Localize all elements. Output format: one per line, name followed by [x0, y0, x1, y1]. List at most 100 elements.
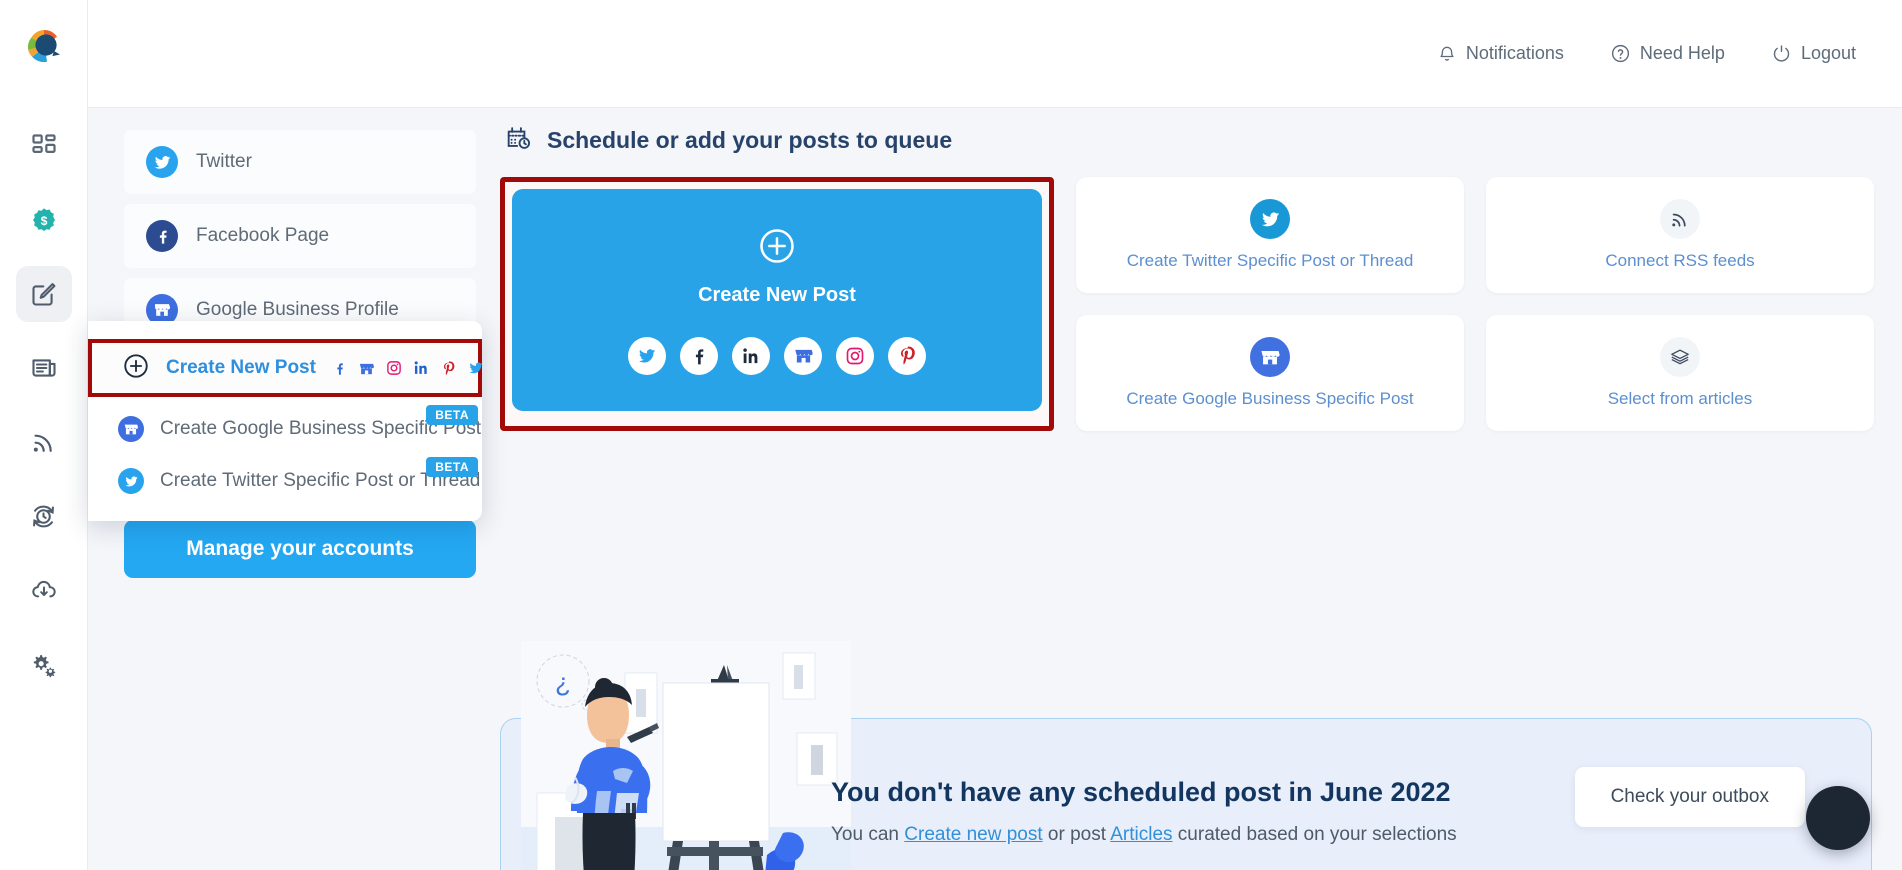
card-label: Connect RSS feeds: [1605, 251, 1755, 270]
card-label: Create Twitter Specific Post or Thread: [1126, 251, 1414, 270]
card-label: Create Google Business Specific Post: [1126, 389, 1414, 408]
rss-feed-icon: [1660, 199, 1700, 239]
page-body: Twitter Facebook Page Google Business Pr…: [88, 108, 1902, 870]
pinterest-icon: [441, 360, 456, 377]
instagram-icon: [386, 360, 402, 376]
rail-item-billing[interactable]: $: [16, 192, 72, 248]
facebook-icon: [146, 220, 178, 252]
notifications-label: Notifications: [1465, 43, 1564, 63]
notifications-link[interactable]: Notifications: [1437, 43, 1564, 64]
account-item-facebook-page[interactable]: Facebook Page: [124, 204, 476, 268]
twitter-icon[interactable]: [628, 336, 666, 375]
power-icon: [1771, 43, 1792, 64]
history-clock-icon: [29, 502, 58, 531]
rail-item-dashboard[interactable]: [16, 118, 72, 174]
google-business-icon: [1250, 337, 1290, 377]
app-root: $ Notifications Need Help Logout Twitter…: [0, 0, 1902, 870]
plus-circle-icon: [122, 352, 150, 385]
rail-item-compose[interactable]: [15, 266, 72, 322]
banner-sub-post: curated based on your selections: [1172, 824, 1457, 845]
action-cards-column-2: Connect RSS feeds Select from articles: [1486, 177, 1874, 431]
action-cards-row: Create New Post Create Twitter Specific …: [500, 177, 1874, 431]
top-header-bar: Notifications Need Help Logout: [88, 0, 1902, 108]
dropdown-mini-icon-row: [332, 360, 485, 377]
pinterest-icon[interactable]: [888, 336, 926, 375]
plus-circle-icon: [757, 226, 797, 271]
create-post-dropdown: Create New Post Create Google Business S…: [88, 321, 485, 521]
left-icon-rail: $: [0, 0, 88, 870]
facebook-icon: [332, 360, 347, 377]
dollar-badge-icon: $: [30, 206, 58, 234]
rail-item-settings[interactable]: [16, 636, 72, 692]
create-new-post-label: Create New Post: [698, 283, 856, 306]
rss-feed-icon: [30, 428, 58, 456]
news-article-icon: [30, 354, 58, 382]
logout-link[interactable]: Logout: [1771, 43, 1856, 64]
app-logo[interactable]: [20, 22, 68, 70]
create-new-post-highlight: Create New Post: [500, 177, 1054, 431]
need-help-link[interactable]: Need Help: [1610, 43, 1725, 64]
facebook-icon[interactable]: [680, 336, 718, 375]
articles-link[interactable]: Articles: [1110, 824, 1172, 845]
settings-gears-icon: [29, 650, 58, 679]
account-label: Facebook Page: [196, 225, 330, 246]
person-at-easel-illustration: ¿: [521, 641, 851, 870]
banner-sub-mid: or post: [1042, 824, 1111, 845]
account-label: Twitter: [196, 151, 252, 172]
card-create-google-business-post[interactable]: Create Google Business Specific Post: [1076, 315, 1464, 431]
dropdown-create-new-post[interactable]: Create New Post: [88, 339, 485, 397]
account-item-twitter[interactable]: Twitter: [124, 130, 476, 194]
rail-item-list: $: [15, 118, 72, 710]
status-badge: BETA: [426, 405, 478, 425]
question-circle-icon: [1610, 43, 1631, 64]
google-business-icon: [358, 360, 375, 377]
google-business-icon: [118, 416, 144, 442]
action-cards-column-1: Create Twitter Specific Post or Thread C…: [1076, 177, 1464, 431]
linkedin-icon: [413, 360, 430, 376]
empty-schedule-banner: ¿ You don't have any scheduled post in J…: [500, 641, 1872, 870]
account-label: Google Business Profile: [196, 299, 399, 320]
page-title-row: Schedule or add your posts to queue: [500, 124, 1872, 157]
menu-fab-button[interactable]: [1806, 786, 1870, 850]
create-new-post-link[interactable]: Create new post: [904, 824, 1042, 845]
rail-item-rss[interactable]: [16, 414, 72, 470]
dropdown-create-label: Create New Post: [166, 357, 316, 378]
rail-item-history[interactable]: [16, 488, 72, 544]
need-help-label: Need Help: [1639, 43, 1725, 63]
manage-accounts-button[interactable]: Manage your accounts: [124, 520, 476, 578]
twitter-icon: [118, 468, 144, 494]
dashboard-grid-icon: [30, 132, 58, 160]
dropdown-item-twitter-post[interactable]: Create Twitter Specific Post or Thread B…: [88, 455, 482, 507]
card-select-from-articles[interactable]: Select from articles: [1486, 315, 1874, 431]
compose-edit-icon: [30, 280, 58, 308]
calendar-clock-icon: [504, 124, 532, 157]
linkedin-icon[interactable]: [732, 336, 770, 375]
twitter-icon: [1250, 199, 1290, 239]
page-title: Schedule or add your posts to queue: [547, 127, 953, 153]
card-connect-rss-feeds[interactable]: Connect RSS feeds: [1486, 177, 1874, 293]
twitter-icon: [146, 146, 178, 178]
big-card-social-row: [628, 336, 926, 375]
status-badge: BETA: [426, 457, 478, 477]
rail-item-downloads[interactable]: [16, 562, 72, 618]
card-create-twitter-specific-post[interactable]: Create Twitter Specific Post or Thread: [1076, 177, 1464, 293]
banner-text-block: You don't have any scheduled post in Jun…: [831, 777, 1457, 846]
articles-stack-icon: [1660, 337, 1700, 377]
create-new-post-card[interactable]: Create New Post: [512, 189, 1042, 411]
twitter-icon: [467, 360, 485, 376]
banner-sub-pre: You can: [831, 824, 905, 845]
dropdown-item-google-business-post[interactable]: Create Google Business Specific Post BET…: [88, 403, 482, 455]
check-outbox-button[interactable]: Check your outbox: [1574, 767, 1805, 827]
logout-label: Logout: [1800, 43, 1856, 63]
instagram-icon[interactable]: [836, 336, 874, 375]
cloud-download-icon: [30, 576, 58, 604]
card-label: Select from articles: [1607, 389, 1753, 408]
banner-subtitle: You can Create new post or post Articles…: [831, 824, 1457, 846]
svg-text:$: $: [40, 214, 47, 228]
bell-icon: [1437, 44, 1457, 64]
google-business-icon[interactable]: [784, 336, 822, 375]
rail-item-articles[interactable]: [16, 340, 72, 396]
banner-title: You don't have any scheduled post in Jun…: [831, 777, 1451, 807]
main-content: Schedule or add your posts to queue Crea…: [500, 124, 1874, 431]
svg-text:¿: ¿: [555, 667, 571, 697]
